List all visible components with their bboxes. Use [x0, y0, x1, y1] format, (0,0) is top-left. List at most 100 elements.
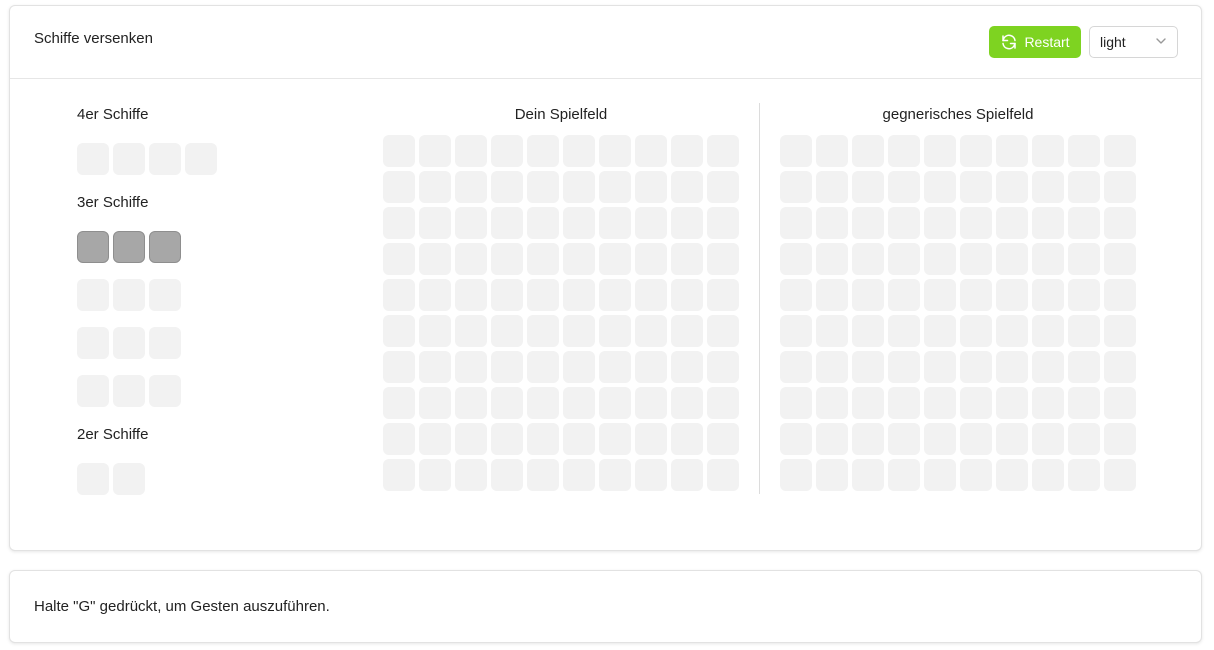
enemy-board-cell[interactable] [1032, 315, 1064, 347]
own-board-cell[interactable] [707, 279, 739, 311]
enemy-board-cell[interactable] [924, 135, 956, 167]
enemy-board-cell[interactable] [1032, 423, 1064, 455]
enemy-board-cell[interactable] [1104, 207, 1136, 239]
enemy-board-cell[interactable] [816, 351, 848, 383]
enemy-board-cell[interactable] [852, 315, 884, 347]
enemy-board-cell[interactable] [960, 243, 992, 275]
own-board-cell[interactable] [419, 315, 451, 347]
enemy-board-cell[interactable] [1032, 135, 1064, 167]
enemy-board-cell[interactable] [996, 387, 1028, 419]
ship-cell[interactable] [113, 463, 145, 495]
own-board-cell[interactable] [563, 351, 595, 383]
own-board-cell[interactable] [491, 387, 523, 419]
ship-3-row-4[interactable] [77, 375, 181, 407]
own-board-cell[interactable] [635, 279, 667, 311]
ship-cell[interactable] [77, 327, 109, 359]
own-board-cell[interactable] [599, 171, 631, 203]
own-board-cell[interactable] [707, 135, 739, 167]
own-board-cell[interactable] [527, 207, 559, 239]
enemy-board-cell[interactable] [852, 387, 884, 419]
own-board-cell[interactable] [599, 459, 631, 491]
enemy-board-cell[interactable] [960, 423, 992, 455]
enemy-board-cell[interactable] [1032, 459, 1064, 491]
enemy-board-cell[interactable] [960, 351, 992, 383]
own-board-cell[interactable] [455, 279, 487, 311]
restart-button[interactable]: Restart [989, 26, 1081, 58]
enemy-board-cell[interactable] [888, 423, 920, 455]
own-board-cell[interactable] [383, 351, 415, 383]
own-board-cell[interactable] [635, 315, 667, 347]
enemy-board-cell[interactable] [1068, 207, 1100, 239]
enemy-board-cell[interactable] [1068, 351, 1100, 383]
own-board-cell[interactable] [383, 207, 415, 239]
enemy-board-cell[interactable] [996, 243, 1028, 275]
enemy-board-cell[interactable] [1068, 171, 1100, 203]
own-board-cell[interactable] [707, 387, 739, 419]
ship-cell[interactable] [77, 463, 109, 495]
enemy-board-cell[interactable] [888, 135, 920, 167]
enemy-board-cell[interactable] [996, 351, 1028, 383]
own-board-cell[interactable] [707, 315, 739, 347]
own-board-cell[interactable] [491, 315, 523, 347]
ship-2-row-1[interactable] [77, 463, 145, 495]
own-board-cell[interactable] [455, 135, 487, 167]
own-board-cell[interactable] [527, 315, 559, 347]
own-board-cell[interactable] [455, 315, 487, 347]
enemy-board-cell[interactable] [924, 279, 956, 311]
enemy-board-cell[interactable] [1104, 351, 1136, 383]
enemy-board-cell[interactable] [924, 207, 956, 239]
own-board-cell[interactable] [419, 279, 451, 311]
own-board-cell[interactable] [455, 387, 487, 419]
own-board-cell[interactable] [383, 423, 415, 455]
own-board-cell[interactable] [563, 243, 595, 275]
enemy-board-cell[interactable] [1104, 387, 1136, 419]
enemy-board-cell[interactable] [816, 279, 848, 311]
own-board-cell[interactable] [707, 459, 739, 491]
enemy-board-cell[interactable] [924, 315, 956, 347]
own-board-cell[interactable] [563, 423, 595, 455]
own-board-cell[interactable] [527, 279, 559, 311]
own-board-cell[interactable] [527, 171, 559, 203]
ship-cell[interactable] [149, 231, 181, 263]
own-board-cell[interactable] [599, 387, 631, 419]
own-board-cell[interactable] [707, 351, 739, 383]
own-board-cell[interactable] [419, 351, 451, 383]
enemy-board-cell[interactable] [1104, 315, 1136, 347]
enemy-board-cell[interactable] [1032, 387, 1064, 419]
own-board-cell[interactable] [527, 459, 559, 491]
enemy-board-cell[interactable] [780, 387, 812, 419]
enemy-board-cell[interactable] [780, 459, 812, 491]
own-board-cell[interactable] [383, 459, 415, 491]
enemy-board-cell[interactable] [996, 171, 1028, 203]
ship-cell[interactable] [113, 231, 145, 263]
enemy-board-cell[interactable] [1104, 171, 1136, 203]
own-board-cell[interactable] [599, 351, 631, 383]
own-board-cell[interactable] [383, 171, 415, 203]
ship-3-row-1[interactable] [77, 231, 181, 263]
own-board-cell[interactable] [671, 315, 703, 347]
enemy-board-cell[interactable] [780, 171, 812, 203]
enemy-board-cell[interactable] [1068, 423, 1100, 455]
enemy-board-cell[interactable] [1104, 243, 1136, 275]
own-board-cell[interactable] [383, 279, 415, 311]
enemy-board-cell[interactable] [960, 279, 992, 311]
own-board-cell[interactable] [383, 243, 415, 275]
own-board-cell[interactable] [635, 207, 667, 239]
own-board-cell[interactable] [527, 243, 559, 275]
enemy-board-cell[interactable] [960, 171, 992, 203]
own-board-cell[interactable] [671, 171, 703, 203]
enemy-board-cell[interactable] [924, 243, 956, 275]
enemy-board-cell[interactable] [960, 387, 992, 419]
enemy-board-cell[interactable] [1068, 279, 1100, 311]
enemy-board-cell[interactable] [996, 279, 1028, 311]
own-board-cell[interactable] [419, 423, 451, 455]
own-board-cell[interactable] [671, 279, 703, 311]
enemy-board-cell[interactable] [1104, 459, 1136, 491]
enemy-board-cell[interactable] [1068, 315, 1100, 347]
own-board-cell[interactable] [455, 171, 487, 203]
enemy-board-cell[interactable] [816, 243, 848, 275]
own-board-cell[interactable] [563, 279, 595, 311]
own-board-cell[interactable] [635, 459, 667, 491]
ship-cell[interactable] [149, 279, 181, 311]
enemy-board-cell[interactable] [924, 171, 956, 203]
